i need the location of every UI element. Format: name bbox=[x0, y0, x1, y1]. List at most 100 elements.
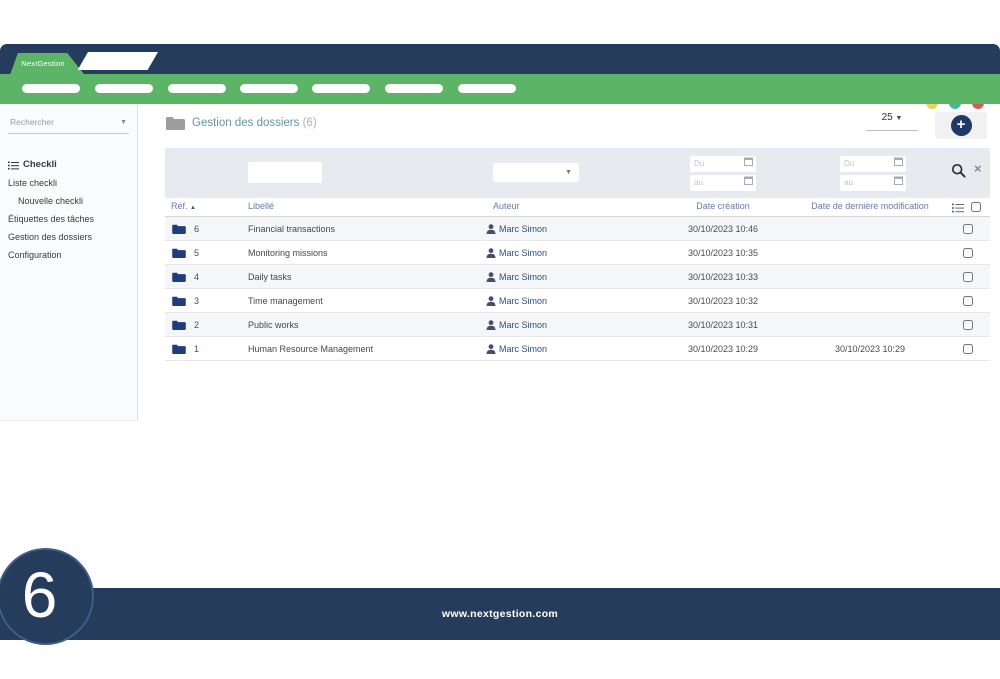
row-author-link[interactable]: Marc Simon bbox=[499, 224, 547, 234]
row-label: Monitoring missions bbox=[248, 248, 328, 258]
sidebar-item-etiquettes[interactable]: Étiquettes des tâches bbox=[8, 210, 129, 228]
add-folder-button[interactable]: + bbox=[935, 112, 987, 139]
row-created: 30/10/2023 10:35 bbox=[685, 248, 761, 258]
list-view-icon[interactable] bbox=[952, 203, 964, 213]
sidebar-search-select[interactable]: Rechercher ▼ bbox=[8, 114, 129, 134]
row-ref-link[interactable]: 1 bbox=[194, 344, 199, 354]
modified-to-input[interactable] bbox=[840, 175, 906, 191]
footer-url[interactable]: www.nextgestion.com bbox=[0, 608, 1000, 620]
user-icon bbox=[486, 320, 496, 330]
row-ref-link[interactable]: 2 bbox=[194, 320, 199, 330]
row-checkbox[interactable] bbox=[963, 248, 973, 258]
row-checkbox[interactable] bbox=[963, 344, 973, 354]
column-header-modified[interactable]: Date de dernière modification bbox=[803, 201, 937, 211]
user-icon bbox=[486, 296, 496, 306]
row-author-link[interactable]: Marc Simon bbox=[499, 272, 547, 282]
chevron-down-icon: ▼ bbox=[565, 169, 572, 176]
sidebar-item-nouvelle-checkli[interactable]: Nouvelle checkli bbox=[8, 192, 129, 210]
sidebar-item-checkli[interactable]: Checkli bbox=[8, 156, 129, 174]
row-created: 30/10/2023 10:31 bbox=[685, 320, 761, 330]
nav-pill[interactable] bbox=[312, 84, 370, 93]
folder-icon bbox=[172, 272, 186, 282]
table-row[interactable]: 2 Public works Marc Simon 30/10/2023 10:… bbox=[165, 313, 990, 337]
checklist-icon bbox=[8, 161, 19, 170]
nav-pill[interactable] bbox=[458, 84, 516, 93]
search-icon[interactable] bbox=[951, 163, 966, 178]
nav-pill[interactable] bbox=[385, 84, 443, 93]
brand-tab[interactable]: NextGestion bbox=[8, 53, 84, 74]
sidebar-nav: Checkli Liste checkli Nouvelle checkli É… bbox=[8, 156, 129, 264]
row-created: 30/10/2023 10:29 bbox=[685, 344, 761, 354]
title-bar: NextGestion bbox=[0, 44, 1000, 74]
main-menu-bar bbox=[0, 74, 1000, 104]
nav-pill[interactable] bbox=[168, 84, 226, 93]
nav-pill[interactable] bbox=[95, 84, 153, 93]
column-header-label[interactable]: Libellé bbox=[248, 201, 274, 211]
row-checkbox[interactable] bbox=[963, 296, 973, 306]
folder-icon bbox=[172, 296, 186, 306]
row-label: Financial transactions bbox=[248, 224, 335, 234]
table-row[interactable]: 3 Time management Marc Simon 30/10/2023 … bbox=[165, 289, 990, 313]
row-checkbox[interactable] bbox=[963, 272, 973, 282]
row-author-link[interactable]: Marc Simon bbox=[499, 320, 547, 330]
table-row[interactable]: 6 Financial transactions Marc Simon 30/1… bbox=[165, 217, 990, 241]
page-title-text: Gestion des dossiers bbox=[192, 117, 299, 129]
folder-icon bbox=[172, 224, 186, 234]
created-from-input[interactable] bbox=[690, 156, 756, 172]
clear-filters-icon[interactable]: × bbox=[974, 162, 982, 175]
user-icon bbox=[486, 224, 496, 234]
row-created: 30/10/2023 10:46 bbox=[685, 224, 761, 234]
ref-header-label: Réf. bbox=[171, 201, 188, 211]
row-ref-link[interactable]: 6 bbox=[194, 224, 199, 234]
row-author-link[interactable]: Marc Simon bbox=[499, 248, 547, 258]
page-number: 6 bbox=[22, 563, 58, 627]
table-row[interactable]: 1 Human Resource Management Marc Simon 3… bbox=[165, 337, 990, 361]
page-title: Gestion des dossiers (6) bbox=[192, 117, 317, 129]
sort-asc-icon: ▲ bbox=[190, 205, 196, 211]
sidebar-item-configuration[interactable]: Configuration bbox=[8, 246, 129, 264]
row-label: Time management bbox=[248, 296, 323, 306]
app-window: NextGestion Rechercher ▼ bbox=[0, 0, 1000, 679]
row-ref-link[interactable]: 3 bbox=[194, 296, 199, 306]
row-created: 30/10/2023 10:33 bbox=[685, 272, 761, 282]
footer-bar: www.nextgestion.com bbox=[0, 588, 1000, 640]
table-row[interactable]: 5 Monitoring missions Marc Simon 30/10/2… bbox=[165, 241, 990, 265]
label-filter-input[interactable] bbox=[248, 162, 322, 183]
page-number-badge: 6 bbox=[0, 548, 94, 645]
page-title-count: (6) bbox=[303, 117, 317, 129]
sidebar-item-liste-checkli[interactable]: Liste checkli bbox=[8, 174, 129, 192]
row-label: Daily tasks bbox=[248, 272, 292, 282]
nav-pill[interactable] bbox=[22, 84, 80, 93]
table-header-row: Réf. ▲ Libellé Auteur Date création Date… bbox=[165, 198, 990, 217]
sidebar-item-label: Checkli bbox=[23, 156, 57, 174]
modified-to-field bbox=[840, 172, 906, 188]
row-checkbox[interactable] bbox=[963, 224, 973, 234]
row-author-link[interactable]: Marc Simon bbox=[499, 296, 547, 306]
row-ref-link[interactable]: 5 bbox=[194, 248, 199, 258]
chevron-down-icon: ▼ bbox=[120, 119, 127, 126]
select-all-checkbox[interactable] bbox=[971, 202, 981, 212]
column-header-created[interactable]: Date création bbox=[685, 201, 761, 211]
row-checkbox[interactable] bbox=[963, 320, 973, 330]
column-header-ref[interactable]: Réf. ▲ bbox=[171, 201, 196, 211]
sidebar-search-placeholder: Rechercher bbox=[10, 117, 54, 127]
per-page-select[interactable]: 25 ▼ bbox=[866, 112, 918, 131]
table-row[interactable]: 4 Daily tasks Marc Simon 30/10/2023 10:3… bbox=[165, 265, 990, 289]
column-header-author[interactable]: Auteur bbox=[493, 201, 520, 211]
created-to-input[interactable] bbox=[690, 175, 756, 191]
user-icon bbox=[486, 248, 496, 258]
row-ref-link[interactable]: 4 bbox=[194, 272, 199, 282]
created-to-field bbox=[690, 172, 756, 188]
secondary-tab[interactable] bbox=[78, 52, 158, 70]
nav-pill[interactable] bbox=[240, 84, 298, 93]
author-filter-select[interactable]: ▼ bbox=[493, 163, 579, 182]
row-author-link[interactable]: Marc Simon bbox=[499, 344, 547, 354]
folder-icon bbox=[172, 344, 186, 354]
row-modified: 30/10/2023 10:29 bbox=[803, 344, 937, 354]
folder-icon bbox=[166, 116, 185, 130]
user-icon bbox=[486, 344, 496, 354]
sidebar-item-gestion-dossiers[interactable]: Gestion des dossiers bbox=[8, 228, 129, 246]
sidebar: Rechercher ▼ Checkli Liste checkli Nouve… bbox=[0, 104, 138, 421]
row-label: Public works bbox=[248, 320, 299, 330]
modified-from-input[interactable] bbox=[840, 156, 906, 172]
